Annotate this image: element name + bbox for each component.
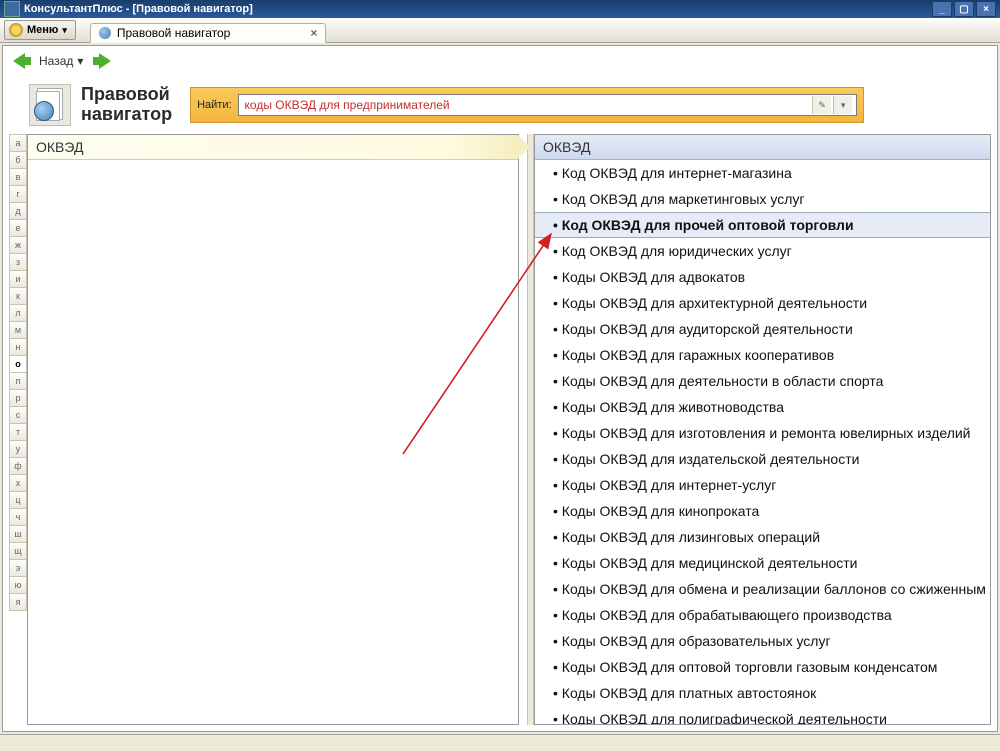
search-box: ✎ ▾ — [238, 94, 858, 116]
caret-down-icon: ▾ — [62, 25, 67, 36]
search-input[interactable] — [243, 97, 811, 113]
panes-row: абвгдежзиклмнопрстуфхцчшщэюя ОКВЭД ОКВЭД… — [3, 134, 997, 731]
left-pane: ОКВЭД — [27, 134, 519, 725]
window-controls: _ ▢ × — [930, 1, 996, 17]
alpha-letter[interactable]: с — [9, 406, 27, 424]
minimize-button[interactable]: _ — [932, 1, 952, 17]
alpha-letter[interactable]: ю — [9, 576, 27, 594]
content-frame: Назад ▾ Правовой навигатор Найти: ✎ ▾ — [2, 45, 998, 732]
alpha-letter[interactable]: я — [9, 593, 27, 611]
list-item[interactable]: • Коды ОКВЭД для оптовой торговли газовы… — [535, 654, 990, 680]
alpha-letter[interactable]: э — [9, 559, 27, 577]
window-title-bar: КонсультантПлюс - [Правовой навигатор] _… — [0, 0, 1000, 18]
star-icon — [9, 23, 23, 37]
search-clear-icon[interactable]: ✎ — [812, 96, 831, 114]
alpha-letter[interactable]: б — [9, 151, 27, 169]
right-pane-header: ОКВЭД — [535, 135, 990, 160]
nav-back-button[interactable] — [13, 53, 31, 69]
alpha-letter[interactable]: к — [9, 287, 27, 305]
search-dropdown-icon[interactable]: ▾ — [833, 96, 852, 114]
page-title-line1: Правовой — [81, 85, 172, 105]
list-item[interactable]: • Коды ОКВЭД для гаражных кооперативов — [535, 342, 990, 368]
list-item[interactable]: • Код ОКВЭД для прочей оптовой торговли — [535, 212, 990, 238]
alpha-letter[interactable]: г — [9, 185, 27, 203]
list-item[interactable]: • Коды ОКВЭД для животноводства — [535, 394, 990, 420]
alpha-letter[interactable]: м — [9, 321, 27, 339]
list-item[interactable]: • Коды ОКВЭД для платных автостоянок — [535, 680, 990, 706]
window-title: КонсультантПлюс - [Правовой навигатор] — [24, 3, 253, 15]
list-item[interactable]: • Коды ОКВЭД для кинопроката — [535, 498, 990, 524]
list-item[interactable]: • Код ОКВЭД для интернет-магазина — [535, 160, 990, 186]
nav-row: Назад ▾ — [3, 46, 997, 76]
maximize-button[interactable]: ▢ — [954, 1, 974, 17]
alpha-letter[interactable]: щ — [9, 542, 27, 560]
list-item[interactable]: • Код ОКВЭД для маркетинговых услуг — [535, 186, 990, 212]
nav-back-caret[interactable]: ▾ — [77, 54, 83, 68]
alpha-letter[interactable]: в — [9, 168, 27, 186]
alpha-letter[interactable]: д — [9, 202, 27, 220]
page-title: Правовой навигатор — [81, 85, 172, 125]
arrow-right-icon — [99, 53, 111, 69]
alpha-letter[interactable]: п — [9, 372, 27, 390]
status-bar — [0, 734, 1000, 751]
alpha-letter[interactable]: р — [9, 389, 27, 407]
alpha-letter[interactable]: з — [9, 253, 27, 271]
alpha-letter[interactable]: о — [9, 355, 27, 373]
alpha-letter[interactable]: ж — [9, 236, 27, 254]
right-pane: ОКВЭД • Код ОКВЭД для интернет-магазина•… — [534, 134, 991, 725]
menu-bar: Меню ▾ Правовой навигатор × — [0, 18, 1000, 43]
list-item[interactable]: • Коды ОКВЭД для обмена и реализации бал… — [535, 576, 990, 602]
search-bar: Найти: ✎ ▾ — [190, 87, 864, 123]
alpha-letter[interactable]: ц — [9, 491, 27, 509]
list-item[interactable]: • Коды ОКВЭД для издательской деятельнос… — [535, 446, 990, 472]
list-item[interactable]: • Коды ОКВЭД для медицинской деятельност… — [535, 550, 990, 576]
nav-back-label: Назад — [39, 54, 73, 68]
right-list[interactable]: • Код ОКВЭД для интернет-магазина• Код О… — [535, 160, 990, 724]
main-menu-button[interactable]: Меню ▾ — [4, 20, 76, 40]
alpha-letter[interactable]: ч — [9, 508, 27, 526]
tab-legal-navigator[interactable]: Правовой навигатор × — [90, 23, 326, 43]
alpha-letter[interactable]: а — [9, 134, 27, 152]
list-item[interactable]: • Коды ОКВЭД для деятельности в области … — [535, 368, 990, 394]
list-item[interactable]: • Коды ОКВЭД для полиграфической деятель… — [535, 706, 990, 724]
search-label: Найти: — [197, 99, 231, 111]
page-header: Правовой навигатор Найти: ✎ ▾ — [3, 76, 997, 134]
arrow-left-icon — [13, 53, 25, 69]
alpha-letter[interactable]: у — [9, 440, 27, 458]
alpha-letter[interactable]: е — [9, 219, 27, 237]
menu-label: Меню — [27, 24, 58, 36]
list-item[interactable]: • Коды ОКВЭД для образовательных услуг — [535, 628, 990, 654]
list-item[interactable]: • Коды ОКВЭД для лизинговых операций — [535, 524, 990, 550]
alpha-letter[interactable]: ш — [9, 525, 27, 543]
alpha-letter[interactable]: т — [9, 423, 27, 441]
alpha-letter[interactable]: и — [9, 270, 27, 288]
alpha-letter[interactable]: л — [9, 304, 27, 322]
list-item[interactable]: • Код ОКВЭД для юридических услуг — [535, 238, 990, 264]
tab-label: Правовой навигатор — [117, 26, 230, 40]
list-item[interactable]: • Коды ОКВЭД для аудиторской деятельност… — [535, 316, 990, 342]
page-title-line2: навигатор — [81, 105, 172, 125]
close-button[interactable]: × — [976, 1, 996, 17]
pane-splitter[interactable] — [527, 134, 534, 725]
nav-forward-button[interactable] — [93, 53, 111, 69]
globe-icon — [99, 27, 111, 39]
left-pane-header: ОКВЭД — [28, 135, 518, 160]
list-item[interactable]: • Коды ОКВЭД для архитектурной деятельно… — [535, 290, 990, 316]
navigator-icon — [29, 84, 71, 126]
app-icon — [4, 1, 20, 17]
list-item[interactable]: • Коды ОКВЭД для интернет-услуг — [535, 472, 990, 498]
list-item[interactable]: • Коды ОКВЭД для обрабатывающего произво… — [535, 602, 990, 628]
alpha-index: абвгдежзиклмнопрстуфхцчшщэюя — [9, 134, 25, 725]
list-item[interactable]: • Коды ОКВЭД для адвокатов — [535, 264, 990, 290]
alpha-letter[interactable]: х — [9, 474, 27, 492]
alpha-letter[interactable]: н — [9, 338, 27, 356]
arrow-stem — [25, 57, 31, 65]
alpha-letter[interactable]: ф — [9, 457, 27, 475]
list-item[interactable]: • Коды ОКВЭД для изготовления и ремонта … — [535, 420, 990, 446]
tab-close-icon[interactable]: × — [310, 26, 317, 40]
